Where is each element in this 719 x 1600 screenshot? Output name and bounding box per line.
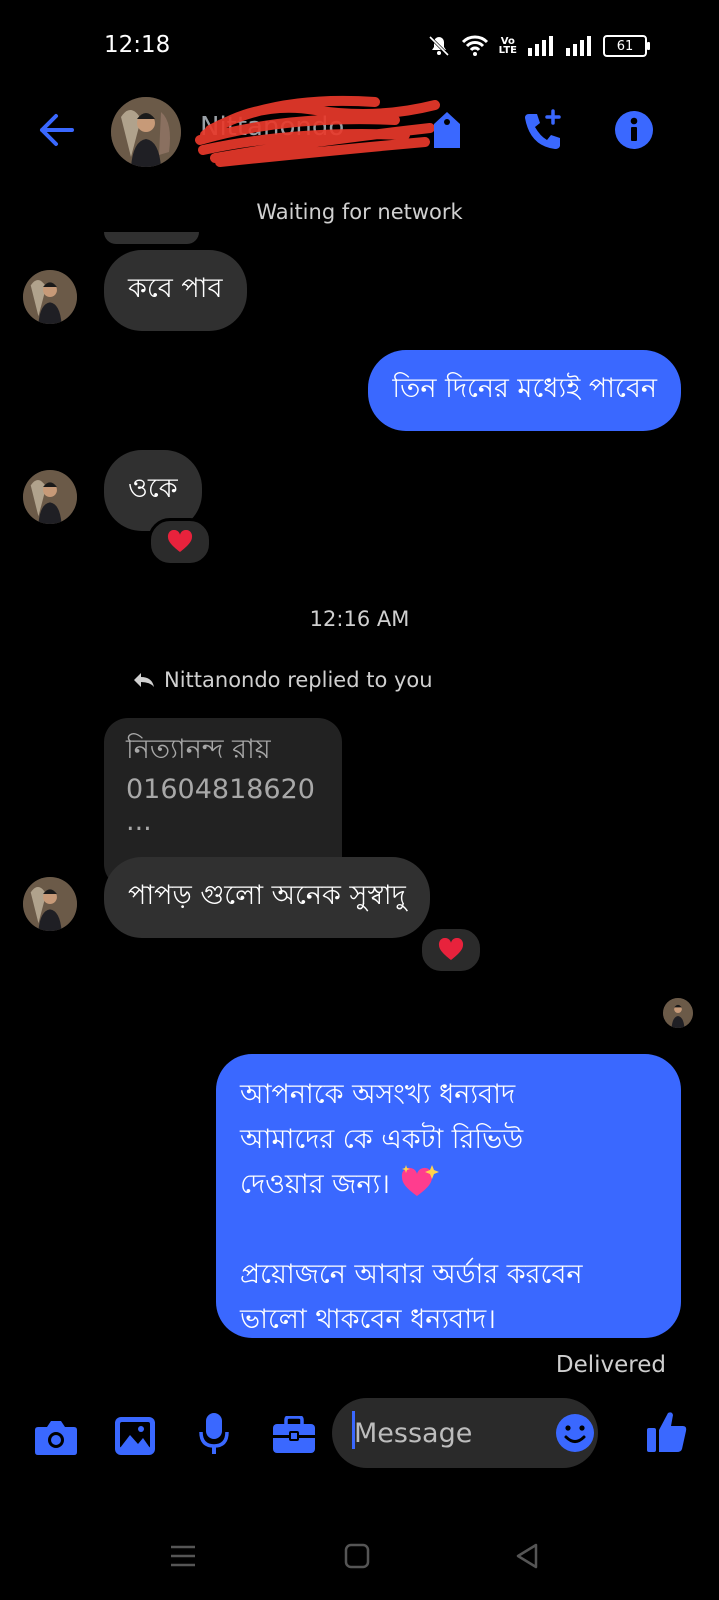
message-bubble-incoming[interactable]: পাপড় গুলো অনেক সুস্বাদু <box>104 857 430 938</box>
gallery-icon[interactable] <box>114 1416 156 1456</box>
add-call-icon[interactable] <box>521 108 565 152</box>
reply-note-text: Nittanondo replied to you <box>164 668 433 692</box>
emoji-icon[interactable] <box>555 1413 595 1453</box>
info-icon[interactable] <box>614 110 654 150</box>
message-line-text: দেওয়ার জন্য। <box>240 1169 390 1200</box>
status-time: 12:18 <box>104 32 171 58</box>
volte-label: Vo LTE <box>498 36 517 56</box>
menu-nav-icon[interactable] <box>170 1544 196 1568</box>
back-nav-icon[interactable] <box>515 1542 539 1570</box>
text-cursor <box>352 1411 355 1449</box>
message-line-spacer <box>240 1207 657 1252</box>
message-input[interactable] <box>352 1412 536 1454</box>
message-bubble-outgoing[interactable]: তিন দিনের মধ্যেই পাবেন <box>368 350 681 431</box>
message-line: ভালো থাকবেন ধন্যবাদ। <box>240 1304 496 1335</box>
delivery-status: Delivered <box>555 1352 666 1378</box>
heart-reaction[interactable] <box>148 518 212 566</box>
timestamp: 12:16 AM <box>309 607 410 631</box>
heart-reaction[interactable] <box>419 926 483 974</box>
back-arrow-icon[interactable] <box>36 112 76 148</box>
status-icons: Vo LTE 61 <box>427 34 650 58</box>
quoted-line: নিত্যানন্দ রায় <box>126 734 271 765</box>
briefcase-icon[interactable] <box>272 1416 316 1454</box>
network-status: Waiting for network <box>256 200 463 224</box>
quoted-line: 01604818620 <box>126 774 315 805</box>
sparkling-heart-icon <box>401 1165 439 1196</box>
sender-avatar[interactable] <box>23 470 77 524</box>
message-line: দেওয়ার জন্য। <box>240 1162 657 1207</box>
signal-icon-1 <box>528 36 553 56</box>
signal-icon-2 <box>566 36 591 56</box>
home-nav-icon[interactable] <box>344 1543 370 1569</box>
camera-icon[interactable] <box>34 1418 78 1456</box>
reply-note: Nittanondo replied to you <box>132 668 433 692</box>
message-line: আমাদের কে একটা রিভিউ <box>240 1124 524 1155</box>
previous-bubble-edge <box>104 232 199 244</box>
sender-avatar[interactable] <box>23 877 77 931</box>
redaction-scribble <box>195 95 440 167</box>
battery-indicator: 61 <box>603 35 650 57</box>
sender-avatar[interactable] <box>23 270 77 324</box>
heart-icon <box>438 938 464 960</box>
message-bubble-incoming[interactable]: কবে পাব <box>104 250 247 331</box>
message-bubble-outgoing[interactable]: আপনাকে অসংখ্য ধন্যবাদ আমাদের কে একটা রিভ… <box>216 1054 681 1338</box>
reply-arrow-icon <box>134 673 154 687</box>
mute-bell-icon <box>428 35 449 57</box>
thumbs-up-icon[interactable] <box>646 1410 688 1454</box>
tag-icon[interactable] <box>430 110 464 150</box>
message-line: আপনাকে অসংখ্য ধন্যবাদ <box>240 1079 516 1110</box>
microphone-icon[interactable] <box>198 1412 230 1456</box>
contact-avatar[interactable] <box>111 97 181 167</box>
message-line: প্রয়োজনে আবার অর্ডার করবেন <box>240 1259 583 1290</box>
quoted-line: ... <box>126 806 152 837</box>
wifi-icon <box>461 35 488 56</box>
heart-icon <box>167 530 193 552</box>
seen-avatar <box>663 998 693 1028</box>
